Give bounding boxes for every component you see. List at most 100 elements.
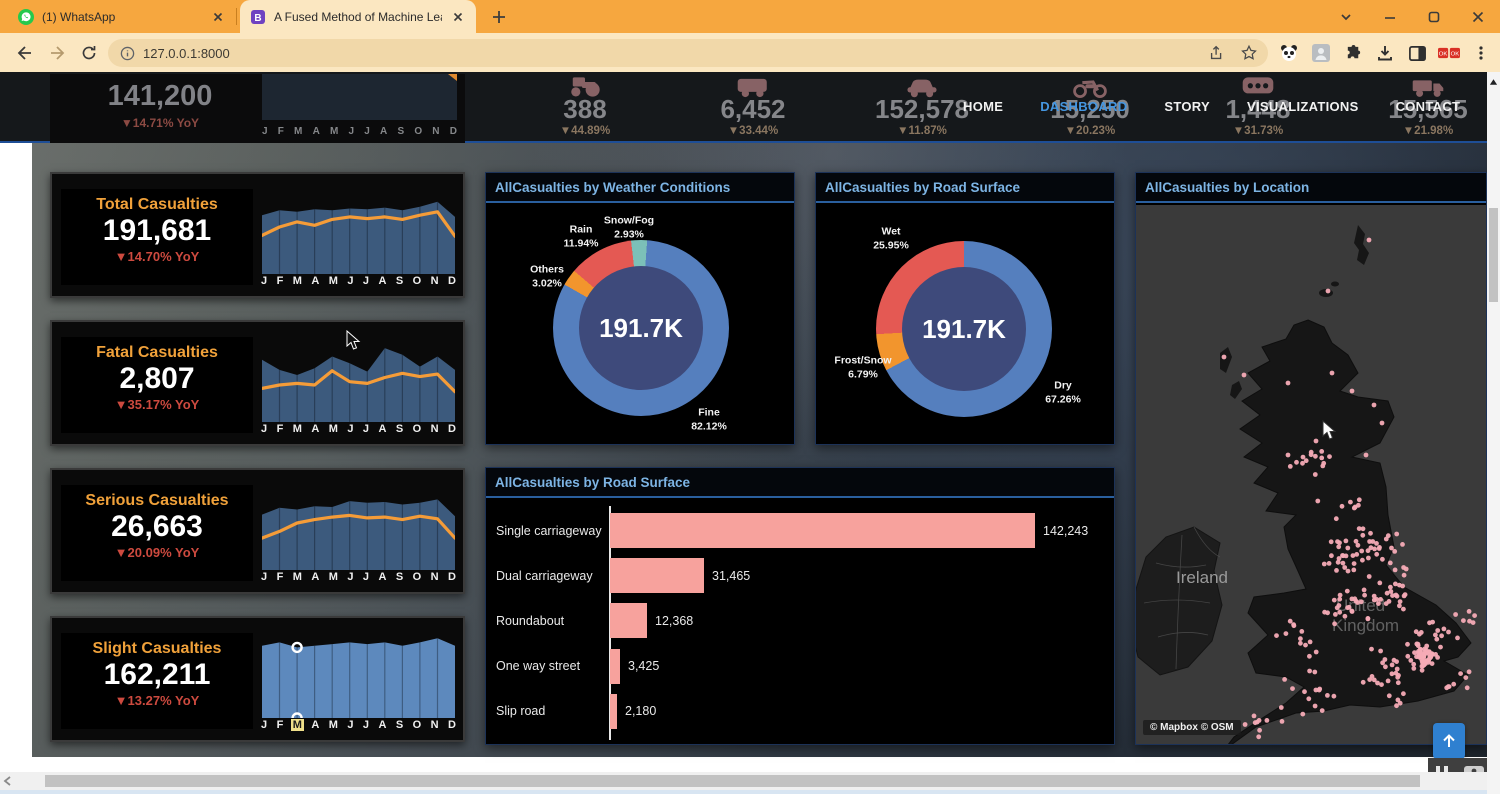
faded-kpi-item: 388▼44.89% — [510, 72, 660, 137]
segment-name: Wet — [873, 225, 909, 239]
bar[interactable] — [610, 649, 620, 684]
reload-button[interactable] — [76, 40, 102, 66]
kpi-delta: ▼20.09% YoY — [61, 545, 253, 560]
month-label: M — [329, 719, 338, 731]
panel-title: AllCasualties by Location — [1136, 173, 1486, 203]
month-label: M — [293, 275, 302, 287]
month-label: D — [450, 126, 457, 137]
address-bar[interactable]: 127.0.0.1:8000 — [108, 39, 1268, 67]
map-canvas[interactable]: United Kingdom Ireland © Mapbox © OSM — [1136, 205, 1486, 744]
month-label: J — [363, 275, 369, 287]
whatsapp-icon — [18, 9, 34, 25]
kpi-text-panel: Fatal Casualties 2,807 ▼35.17% YoY — [61, 337, 253, 433]
map-attribution[interactable]: © Mapbox © OSM — [1143, 720, 1241, 735]
ireland-label: Ireland — [1176, 568, 1228, 587]
share-icon[interactable] — [1208, 44, 1226, 62]
bar[interactable] — [610, 513, 1035, 548]
back-button[interactable] — [10, 40, 36, 66]
faded-kpi-card: 141,200 ▼14.71% YoY JFMAMJJASOND — [50, 74, 465, 143]
month-label: M — [330, 126, 338, 137]
month-label: A — [378, 719, 386, 731]
month-label: D — [448, 571, 456, 583]
month-label: A — [311, 571, 319, 583]
nav-link-story[interactable]: STORY — [1164, 99, 1210, 114]
kpi-delta: ▼11.87% — [847, 125, 997, 137]
month-label: D — [448, 423, 456, 435]
segment-name: Frost/Snow — [834, 354, 891, 368]
new-tab-button[interactable] — [488, 6, 510, 28]
scroll-to-top-button[interactable] — [1433, 723, 1465, 759]
bar-category-label: One way street — [494, 659, 602, 673]
bootstrap-icon: B — [250, 9, 266, 25]
vertical-scrollbar-thumb[interactable] — [1489, 208, 1498, 302]
browser-window: (1) WhatsApp B A Fused Method of Machine… — [0, 0, 1500, 794]
segment-name: Snow/Fog — [604, 214, 654, 228]
month-label: M — [291, 719, 304, 731]
month-label: J — [262, 126, 268, 137]
month-label: J — [261, 423, 267, 435]
truck-icon — [1353, 72, 1500, 96]
month-label: F — [277, 571, 284, 583]
kpi-value: 6,452 — [678, 96, 828, 123]
kpi-card: Fatal Casualties 2,807 ▼35.17% YoY JFMAM… — [50, 320, 465, 446]
faded-kpi-item: 6,452▼33.44% — [678, 72, 828, 137]
month-label: J — [347, 571, 353, 583]
horizontal-scrollbar-thumb[interactable] — [45, 775, 1420, 787]
kpi-sparkline-chart[interactable] — [262, 338, 455, 422]
weather-donut-chart[interactable]: 191.7KFine82.12%Others3.02%Rain11.94%Sno… — [486, 205, 794, 444]
month-label: J — [364, 126, 370, 137]
bar[interactable] — [610, 558, 704, 593]
kpi-sparkline-chart[interactable] — [262, 486, 455, 570]
scroll-up-arrow-icon[interactable] — [1489, 78, 1498, 86]
vertical-scrollbar[interactable] — [1487, 72, 1500, 794]
month-label: D — [448, 275, 456, 287]
close-tab-icon[interactable] — [210, 9, 226, 25]
profile-extension-icon[interactable] — [1310, 42, 1332, 64]
horizontal-scrollbar[interactable] — [0, 772, 1487, 790]
kpi-card: Serious Casualties 26,663 ▼20.09% YoY JF… — [50, 468, 465, 594]
month-label: O — [413, 275, 422, 287]
kpi-text-panel: Slight Casualties 162,211 ▼13.27% YoY — [61, 633, 253, 729]
menu-kebab-icon[interactable] — [1470, 42, 1492, 64]
tab-search-button[interactable] — [1324, 0, 1368, 33]
month-label: J — [261, 719, 267, 731]
tab-title: (1) WhatsApp — [42, 10, 115, 24]
donut-segment-label: Frost/Snow6.79% — [834, 354, 891, 381]
month-label: M — [293, 423, 302, 435]
nav-link-contact[interactable]: CONTACT — [1396, 99, 1461, 114]
bar-value-label: 142,243 — [1043, 524, 1088, 538]
kpi-sparkline-chart[interactable] — [262, 634, 455, 718]
nav-link-dashboard[interactable]: DASHBOARD — [1040, 99, 1127, 114]
adblock-badge-icon[interactable]: OK OK — [1438, 42, 1460, 64]
svg-text:OK: OK — [1439, 52, 1448, 58]
month-label: J — [261, 571, 267, 583]
kpi-sparkline-chart[interactable] — [262, 190, 455, 274]
bar[interactable] — [610, 603, 647, 638]
maximize-button[interactable] — [1412, 0, 1456, 33]
month-label: A — [311, 719, 319, 731]
bar[interactable] — [610, 694, 617, 729]
forward-button[interactable] — [46, 40, 72, 66]
nav-link-home[interactable]: HOME — [963, 99, 1003, 114]
extensions-area: OK OK — [1278, 39, 1492, 67]
site-info-icon[interactable] — [120, 46, 135, 61]
month-label: J — [363, 719, 369, 731]
kpi-month-axis: JFMAMJJASOND — [262, 126, 457, 137]
donut-segment-label: Snow/Fog2.93% — [604, 214, 654, 241]
nav-link-visualizations[interactable]: VISUALIZATIONS — [1247, 99, 1359, 114]
close-window-button[interactable] — [1456, 0, 1500, 33]
close-tab-icon[interactable] — [450, 9, 466, 25]
extensions-puzzle-icon[interactable] — [1342, 42, 1364, 64]
kpi-value: 141,200 — [60, 80, 260, 113]
tab-dashboard[interactable]: B A Fused Method of Machine Lea — [240, 0, 476, 33]
panda-extension-icon[interactable] — [1278, 42, 1300, 64]
scroll-left-arrow-icon[interactable] — [3, 776, 13, 786]
bookmark-star-icon[interactable] — [1240, 44, 1258, 62]
kpi-delta: ▼21.98% — [1353, 125, 1500, 137]
tab-whatsapp[interactable]: (1) WhatsApp — [8, 0, 236, 33]
downloads-icon[interactable] — [1374, 42, 1396, 64]
side-panel-icon[interactable] — [1406, 42, 1428, 64]
roadsurface-donut-chart[interactable]: 191.7KDry67.26%Frost/Snow6.79%Wet25.95% — [816, 205, 1114, 444]
minimize-button[interactable] — [1368, 0, 1412, 33]
svg-text:B: B — [254, 13, 261, 24]
